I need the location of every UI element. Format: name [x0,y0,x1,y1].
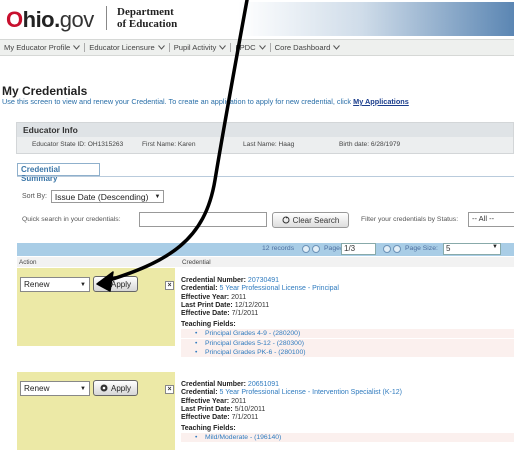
menu-my-educator-profile[interactable]: My Educator Profile [0,43,86,52]
credential-name: 5 Year Professional License - Principal [219,285,339,293]
dropdown-caret-icon: ▼ [154,193,161,200]
gear-icon [100,280,108,288]
page-number-input[interactable]: 1/3 [341,243,376,255]
renew-select[interactable]: Renew ▼ [20,381,90,396]
credential-name: 5 Year Professional License - Interventi… [219,389,403,397]
educator-first-name: First Name: Karen [142,141,196,148]
ohio-gov-logo[interactable]: Ohio.gov [6,7,94,33]
list-item: Principal Grades PK-6 - (280100) [181,348,514,358]
site-header: Ohio.gov Department of Education [0,0,514,38]
my-applications-link[interactable]: My Applications [353,97,409,106]
quick-search-label: Quick search in your credentials: [22,216,121,223]
menu-core-dashboard[interactable]: Core Dashboard [271,43,345,52]
record-count: 12 records [262,245,295,252]
close-icon[interactable]: × [165,281,174,290]
column-header-action: Action [19,259,37,266]
clear-search-button[interactable]: Clear Search [272,212,349,228]
chevron-down-icon [333,45,341,50]
list-item: Principal Grades 5-12 - (280300) [181,338,514,348]
credential-detail: Credential Number: 20730491 Credential: … [181,268,514,358]
divider [17,176,514,177]
header-gradient-band [238,2,514,36]
page-size-label: Page Size: [405,245,438,252]
table-row: Renew ▼ Apply × Credential Number: 20730… [17,268,514,358]
renew-select[interactable]: Renew ▼ [20,277,90,292]
sort-by-control: Sort By: Issue Date (Descending) ▼ [22,190,165,203]
quick-search-input[interactable] [139,212,267,227]
chevron-down-icon [157,45,165,50]
menu-pupil-activity[interactable]: Pupil Activity [170,43,232,52]
credential-number-link[interactable]: 20651091 [248,381,279,388]
dropdown-caret-icon: ▼ [492,244,498,250]
educator-info-heading: Educator Info [17,123,513,137]
gear-icon [100,384,108,392]
next-page-icon[interactable] [383,245,391,253]
sort-by-select[interactable]: Issue Date (Descending) ▼ [50,190,165,203]
department-name: Department of Education [106,6,177,30]
chevron-down-icon [219,45,227,50]
sort-by-label: Sort By: [22,193,47,200]
educator-birth-date: Birth date: 6/28/1979 [339,141,401,148]
search-row: Quick search in your credentials: Clear … [22,212,514,228]
pager-bar: 12 records Page# 1/3 Page Size: 5 ▼ [17,243,514,256]
main-menu-bar: My Educator Profile Educator Licensure P… [0,39,514,56]
status-filter-select[interactable]: -- All -- [468,212,514,227]
previous-page-icon[interactable] [312,245,320,253]
teaching-fields-heading: Teaching Fields: [181,321,236,329]
credential-number-link[interactable]: 20730491 [248,277,279,284]
list-item: Mild/Moderate - (196140) [181,433,514,443]
educator-info-row: Educator State ID: OH1315263 First Name:… [17,137,513,152]
action-cell: Renew ▼ Apply × [17,372,175,450]
dropdown-caret-icon: ▼ [80,385,86,392]
dropdown-caret-icon: ▼ [80,281,86,288]
table-header: Action Credential [17,257,514,267]
apply-button[interactable]: Apply [93,276,138,292]
menu-educator-licensure[interactable]: Educator Licensure [85,43,170,52]
page-instructions: Use this screen to view and renew your C… [2,97,409,106]
page-size-select[interactable]: 5 ▼ [443,243,501,255]
tab-credential-summary[interactable]: Credential Summary [17,163,100,183]
apply-button[interactable]: Apply [93,380,138,396]
page-title: My Credentials [2,84,88,98]
credential-detail: Credential Number: 20651091 Credential: … [181,372,514,443]
chevron-down-icon [73,45,81,50]
list-item: Principal Grades 4-9 - (280200) [181,329,514,339]
educator-state-id: Educator State ID: OH1315263 [32,141,124,148]
column-header-credential: Credential [182,259,211,266]
close-icon[interactable]: × [165,385,174,394]
status-filter-label: Filter your credentials by Status: [361,216,459,223]
refresh-icon [282,216,290,224]
educator-info-panel: Educator Info Educator State ID: OH13152… [16,122,514,154]
action-cell: Renew ▼ Apply × [17,268,175,346]
last-page-icon[interactable] [393,245,401,253]
table-row: Renew ▼ Apply × Credential Number: 20651… [17,372,514,450]
chevron-down-icon [258,45,266,50]
menu-lpdc[interactable]: LPDC [231,43,271,52]
educator-last-name: Last Name: Haag [243,141,295,148]
teaching-fields-heading: Teaching Fields: [181,425,236,433]
first-page-icon[interactable] [302,245,310,253]
